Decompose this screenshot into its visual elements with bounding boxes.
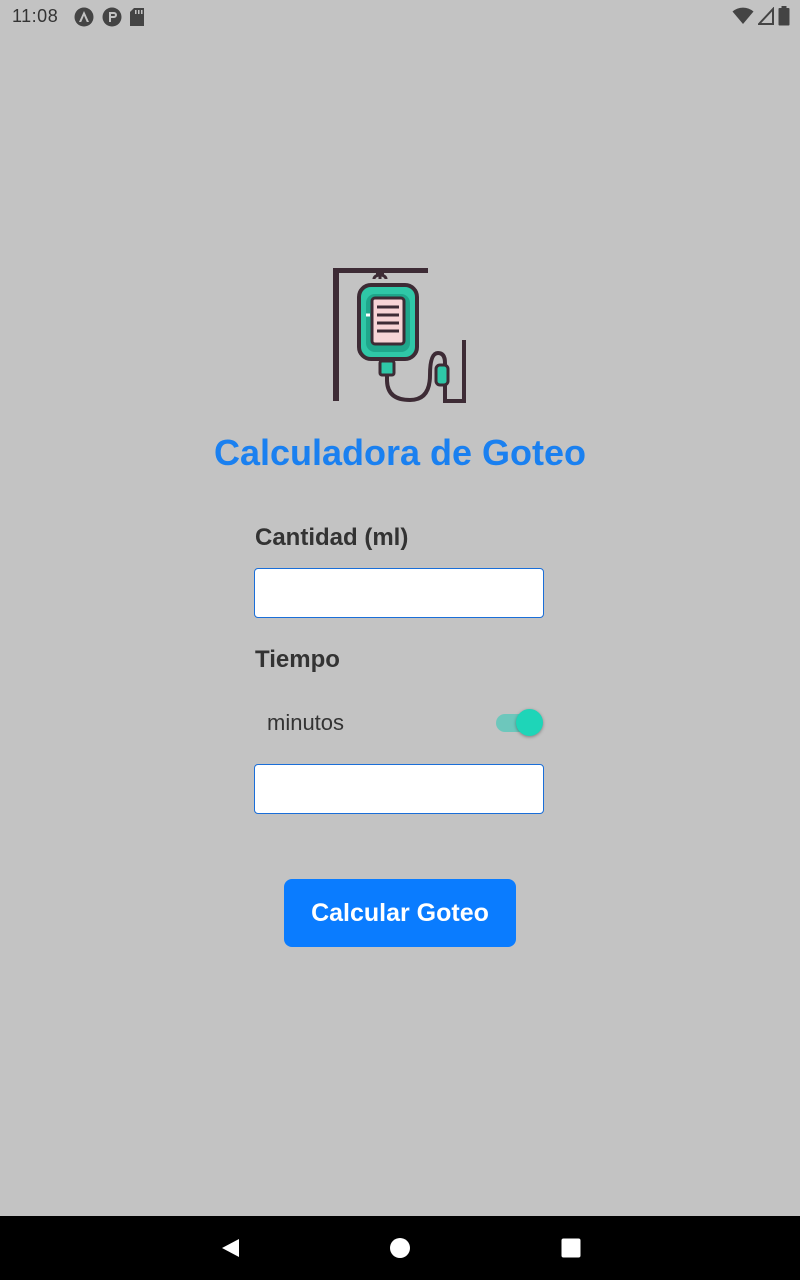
quantity-label: Cantidad (ml) [255,524,409,551]
system-icons [732,6,790,31]
screen: 11:08 Calculadora de Goteo Cantidad (ml)… [0,0,800,1280]
unit-toggle-label: minutos [267,710,345,735]
android-studio-icon [74,7,94,32]
calculate-button[interactable]: Calcular Goteo [284,879,516,947]
cell-signal-icon [756,6,774,30]
status-bar: 11:08 [0,0,800,32]
navigation-bar [0,1216,800,1280]
status-time: 11:08 [12,6,59,26]
page-title: Calculadora de Goteo [213,432,587,473]
sd-card-icon [130,8,144,31]
back-triangle-icon[interactable] [218,1236,242,1260]
quantity-input[interactable] [254,568,544,618]
time-input[interactable] [254,764,544,814]
battery-icon [778,6,790,31]
switch-thumb [516,709,543,736]
notification-icons [74,7,144,32]
home-circle-icon[interactable] [388,1236,412,1260]
unit-toggle-switch[interactable] [496,708,544,738]
recents-square-icon[interactable] [559,1236,583,1260]
time-label: Tiempo [255,646,340,673]
iv-drip-icon [330,265,470,405]
pocket-icon [102,7,122,32]
wifi-icon [732,7,754,30]
